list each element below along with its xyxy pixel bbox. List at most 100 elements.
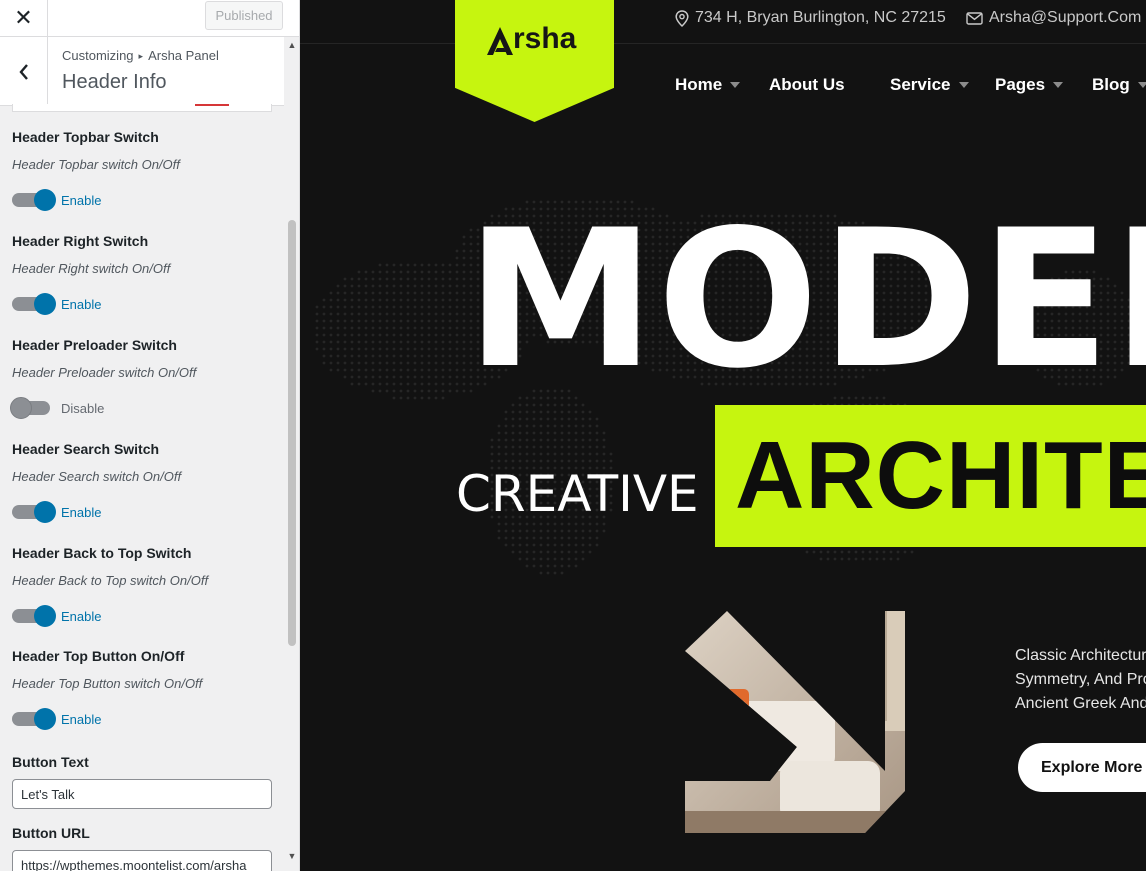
- site-logo[interactable]: rsha: [485, 22, 576, 56]
- map-dot: [357, 361, 361, 365]
- button-text-input[interactable]: [12, 779, 272, 809]
- map-dot: [399, 389, 403, 393]
- control-description: Header Back to Top switch On/Off: [12, 573, 209, 588]
- map-dot: [434, 270, 438, 274]
- map-dot: [315, 312, 319, 316]
- toggle-knob[interactable]: [34, 293, 56, 315]
- map-dot: [413, 270, 417, 274]
- map-dot: [406, 270, 410, 274]
- map-dot: [602, 522, 606, 526]
- toggle-track[interactable]: [12, 293, 56, 315]
- map-dot: [581, 445, 585, 449]
- map-dot: [434, 347, 438, 351]
- map-dot: [588, 417, 592, 421]
- map-dot: [343, 354, 347, 358]
- map-dot: [462, 284, 466, 288]
- toggle-track[interactable]: [12, 501, 56, 523]
- nav-label: Service: [890, 75, 951, 94]
- map-dot: [427, 361, 431, 365]
- map-dot: [525, 410, 529, 414]
- map-dot: [553, 431, 557, 435]
- map-dot: [448, 382, 452, 386]
- map-dot: [392, 270, 396, 274]
- sidebar-scrollbar[interactable]: ▲ ▼: [285, 37, 299, 871]
- toggle-track[interactable]: [12, 189, 56, 211]
- map-dot: [406, 277, 410, 281]
- map-dot: [413, 389, 417, 393]
- map-dot: [539, 564, 543, 568]
- toggle-switch[interactable]: Enable: [12, 603, 101, 629]
- back-button[interactable]: [0, 37, 48, 106]
- nav-home[interactable]: Home: [675, 75, 741, 95]
- map-dot: [406, 333, 410, 337]
- nav-service[interactable]: Service: [890, 75, 969, 95]
- nav-pages[interactable]: Pages: [995, 75, 1064, 95]
- toggle-knob[interactable]: [34, 605, 56, 627]
- toggle-knob[interactable]: [34, 189, 56, 211]
- toggle-knob[interactable]: [10, 397, 32, 419]
- map-dot: [574, 459, 578, 463]
- close-icon: ✕: [14, 5, 33, 31]
- logo-badge[interactable]: rsha: [455, 0, 614, 122]
- toggle-track[interactable]: [12, 708, 56, 730]
- map-dot: [455, 347, 459, 351]
- toggle-switch[interactable]: Disable: [10, 395, 104, 421]
- map-dot: [588, 550, 592, 554]
- map-dot: [567, 417, 571, 421]
- map-dot: [385, 263, 389, 267]
- map-dot: [378, 305, 382, 309]
- button-url-input[interactable]: [12, 850, 272, 871]
- map-dot: [364, 326, 368, 330]
- nav-about-us[interactable]: About Us: [769, 75, 845, 95]
- map-dot: [553, 564, 557, 568]
- map-dot: [385, 312, 389, 316]
- toggle-track[interactable]: [10, 397, 50, 419]
- map-dot: [581, 410, 585, 414]
- map-dot: [448, 298, 452, 302]
- email-item[interactable]: Arsha@Support.Com: [966, 9, 1141, 27]
- scrollbar-thumb[interactable]: [288, 220, 296, 646]
- map-dot: [378, 333, 382, 337]
- map-dot: [462, 256, 466, 260]
- map-dot: [420, 389, 424, 393]
- map-dot: [588, 459, 592, 463]
- toggle-switch[interactable]: Enable: [12, 499, 101, 525]
- map-dot: [525, 529, 529, 533]
- map-dot: [532, 424, 536, 428]
- toggle-track[interactable]: [12, 605, 56, 627]
- map-dot: [406, 319, 410, 323]
- nav-blog[interactable]: Blog: [1092, 75, 1146, 95]
- map-dot: [420, 375, 424, 379]
- map-dot: [315, 333, 319, 337]
- map-dot: [399, 326, 403, 330]
- map-dot: [413, 319, 417, 323]
- map-dot: [371, 319, 375, 323]
- toggle-switch[interactable]: Enable: [12, 187, 101, 213]
- toggle-knob[interactable]: [34, 708, 56, 730]
- map-dot: [595, 438, 599, 442]
- publish-button[interactable]: Published: [205, 1, 283, 30]
- map-dot: [560, 424, 564, 428]
- map-dot: [553, 522, 557, 526]
- toggle-switch[interactable]: Enable: [12, 706, 101, 732]
- email-text[interactable]: Arsha@Support.Com: [989, 9, 1141, 27]
- map-dot: [336, 361, 340, 365]
- scroll-up-icon[interactable]: ▲: [287, 40, 297, 50]
- map-dot: [546, 529, 550, 533]
- map-dot: [581, 550, 585, 554]
- map-dot: [609, 459, 613, 463]
- map-dot: [504, 452, 508, 456]
- toggle-switch[interactable]: Enable: [12, 291, 101, 317]
- explore-more-button[interactable]: Explore More: [1018, 743, 1146, 792]
- map-dot: [329, 326, 333, 330]
- toggle-knob[interactable]: [34, 501, 56, 523]
- map-dot: [532, 522, 536, 526]
- map-dot: [875, 557, 879, 561]
- map-dot: [448, 312, 452, 316]
- map-dot: [364, 333, 368, 337]
- scroll-down-icon[interactable]: ▼: [287, 851, 297, 861]
- close-customizer-button[interactable]: ✕: [0, 0, 48, 36]
- map-dot: [392, 382, 396, 386]
- map-dot: [420, 298, 424, 302]
- map-dot: [364, 298, 368, 302]
